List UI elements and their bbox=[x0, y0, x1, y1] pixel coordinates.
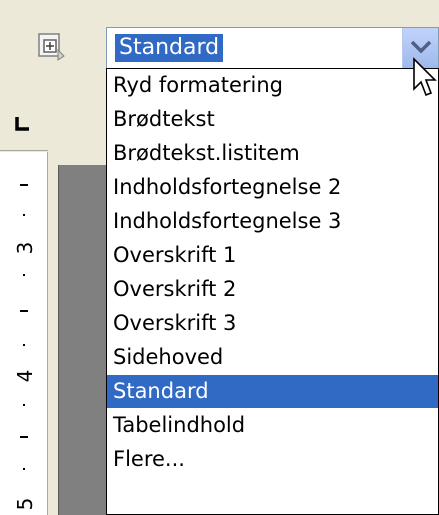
ruler-tick bbox=[20, 436, 28, 438]
ruler-tick bbox=[23, 214, 25, 216]
document-page[interactable] bbox=[58, 165, 109, 515]
list-item-standard[interactable]: Standard bbox=[107, 375, 438, 408]
style-input[interactable]: Standard bbox=[115, 34, 224, 62]
style-dropdown-list: Ryd formatering Brødtekst Brødtekst.list… bbox=[106, 68, 439, 515]
list-item-overskrift-3[interactable]: Overskrift 3 bbox=[107, 307, 438, 340]
ruler-tick bbox=[23, 344, 25, 346]
list-item-sidehoved[interactable]: Sidehoved bbox=[107, 341, 438, 374]
ruler-tick bbox=[20, 310, 28, 312]
chevron-down-icon bbox=[410, 40, 432, 54]
paragraph-style-combobox[interactable]: Standard bbox=[106, 27, 439, 69]
ruler-tick bbox=[23, 274, 25, 276]
list-item-tabelindhold[interactable]: Tabelindhold bbox=[107, 409, 438, 442]
mouse-pointer-icon bbox=[413, 57, 437, 97]
ruler-tick bbox=[20, 184, 28, 186]
list-item-indholdsfortegnelse-2[interactable]: Indholdsfortegnelse 2 bbox=[107, 171, 438, 204]
list-item-brodtekst[interactable]: Brødtekst bbox=[107, 103, 438, 136]
list-item-indholdsfortegnelse-3[interactable]: Indholdsfortegnelse 3 bbox=[107, 205, 438, 238]
ruler-tick bbox=[23, 468, 25, 470]
document-area bbox=[48, 93, 109, 515]
ruler-number: 4 bbox=[13, 369, 37, 383]
list-item-flere[interactable]: Flere... bbox=[107, 443, 438, 476]
list-item-brodtekst-listitem[interactable]: Brødtekst.listitem bbox=[107, 137, 438, 170]
list-item-overskrift-1[interactable]: Overskrift 1 bbox=[107, 239, 438, 272]
styles-formatting-icon[interactable] bbox=[36, 32, 66, 62]
vertical-ruler: 3 4 5 bbox=[0, 152, 48, 515]
list-item-overskrift-2[interactable]: Overskrift 2 bbox=[107, 273, 438, 306]
list-item-ryd-formatering[interactable]: Ryd formatering bbox=[107, 69, 438, 102]
ruler-tick bbox=[23, 404, 25, 406]
ruler-number: 5 bbox=[13, 497, 37, 511]
ruler-number: 3 bbox=[13, 241, 37, 255]
left-tab-icon[interactable] bbox=[14, 115, 32, 133]
ruler-corner bbox=[0, 93, 48, 151]
